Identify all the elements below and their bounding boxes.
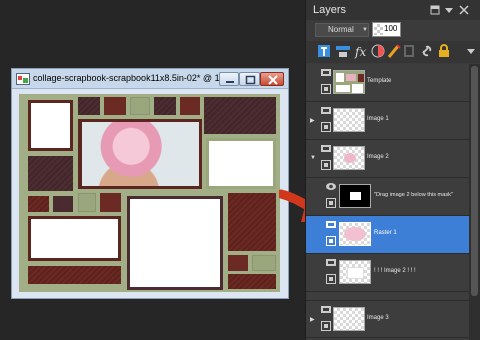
- layers-toolbar: fx: [306, 41, 480, 63]
- link-icon[interactable]: [419, 43, 435, 59]
- pattern-block: [252, 255, 276, 271]
- pattern-block: [154, 97, 176, 115]
- pattern-block: [228, 193, 276, 251]
- layer-name: Raster 1: [374, 230, 397, 236]
- close-icon[interactable]: [459, 5, 469, 15]
- expand-icon[interactable]: ▶: [310, 316, 315, 323]
- mask-toggle-icon[interactable]: [326, 274, 336, 284]
- layer-thumbnail: [333, 307, 365, 331]
- layer-name: Template: [367, 78, 392, 84]
- maximize-icon: [245, 75, 256, 85]
- close-button[interactable]: [260, 72, 284, 86]
- document-titlebar[interactable]: collage-scrapbook-scrapbook11x8.5in-02* …: [12, 69, 288, 89]
- group-icon[interactable]: [321, 305, 331, 314]
- opacity-value: 100: [384, 24, 398, 33]
- new-vector-layer-icon[interactable]: [335, 43, 351, 59]
- pattern-block: [104, 97, 126, 115]
- pattern-block: [228, 274, 276, 289]
- expand-icon[interactable]: ▶: [310, 117, 315, 124]
- photo-placeholder: [28, 100, 73, 151]
- more-options-icon[interactable]: [463, 43, 479, 59]
- blend-row: Normal ▼ 100: [306, 20, 480, 40]
- blend-mode-select[interactable]: Normal: [315, 23, 369, 37]
- group-icon[interactable]: [326, 258, 336, 267]
- opacity-field[interactable]: 100: [372, 22, 401, 37]
- pattern-block: [78, 97, 100, 115]
- mask-thumbnail: [339, 184, 371, 208]
- layer-effects-icon[interactable]: fx: [353, 43, 369, 59]
- pattern-block: [28, 196, 49, 212]
- layer-thumbnail: [333, 108, 365, 132]
- mask-icon[interactable]: [401, 43, 417, 59]
- canvas-area[interactable]: [19, 94, 280, 292]
- maximize-button[interactable]: [239, 72, 260, 86]
- mask-toggle-icon[interactable]: [326, 198, 336, 208]
- pattern-block: [53, 196, 73, 212]
- pattern-block: [100, 193, 121, 212]
- group-icon[interactable]: [321, 144, 331, 153]
- layers-title: Layers: [313, 4, 347, 16]
- photo-placeholder: [206, 138, 276, 189]
- scrollbar-thumb[interactable]: [471, 66, 478, 296]
- new-raster-layer-icon[interactable]: [316, 43, 332, 59]
- layer-row-image-3[interactable]: ▶ Image 3: [306, 300, 469, 338]
- eye-icon[interactable]: [326, 182, 336, 191]
- brush-icon[interactable]: [386, 43, 402, 59]
- group-icon[interactable]: [321, 68, 331, 77]
- photo-placeholder: [28, 216, 121, 261]
- layer-row-image-2-placeholder[interactable]: ! ! ! Image 2 ! ! !: [306, 254, 469, 292]
- dock-icon[interactable]: [430, 5, 440, 15]
- layer-row-template[interactable]: Template: [306, 64, 469, 102]
- pattern-block: [204, 97, 276, 134]
- app-workspace: collage-scrapbook-scrapbook11x8.5in-02* …: [0, 0, 480, 340]
- photo-placeholder: [127, 196, 223, 290]
- pattern-block: [180, 97, 200, 115]
- layer-row-mask[interactable]: "Drag image 2 below this mask": [306, 178, 469, 216]
- lock-icon[interactable]: [436, 43, 452, 59]
- mask-toggle-icon[interactable]: [321, 321, 331, 331]
- layer-name: Image 1: [367, 116, 389, 122]
- layers-palette-header: Layers: [306, 0, 480, 20]
- layer-thumbnail: [339, 260, 371, 284]
- layer-name: Image 3: [367, 315, 389, 321]
- layers-scrollbar[interactable]: [469, 64, 480, 340]
- layer-name: Image 2: [367, 154, 389, 160]
- pattern-block: [28, 266, 121, 284]
- layers-palette[interactable]: Layers Normal ▼ 100 fx Template ▶ Image …: [305, 0, 480, 340]
- pattern-block: [228, 255, 248, 271]
- layers-list[interactable]: Template ▶ Image 1 ▼ Image 2 "Drag image…: [306, 64, 469, 340]
- mask-toggle-icon[interactable]: [321, 122, 331, 132]
- group-icon[interactable]: [326, 220, 336, 229]
- group-icon[interactable]: [321, 106, 331, 115]
- svg-text:fx: fx: [354, 45, 366, 59]
- mask-toggle-icon[interactable]: [321, 84, 331, 94]
- layer-row-image-2[interactable]: ▼ Image 2: [306, 140, 469, 178]
- mask-toggle-icon[interactable]: [321, 160, 331, 170]
- document-title: collage-scrapbook-scrapbook11x8.5in-02* …: [33, 73, 229, 83]
- image-document-icon: [16, 73, 30, 85]
- mask-toggle-icon[interactable]: [326, 236, 336, 246]
- minimize-button[interactable]: [219, 72, 239, 86]
- pattern-block: [28, 156, 73, 191]
- minimize-icon: [226, 81, 234, 83]
- pattern-block: [130, 97, 150, 115]
- layer-name: ! ! ! Image 2 ! ! !: [374, 268, 416, 274]
- layer-thumbnail: [339, 222, 371, 246]
- document-window[interactable]: collage-scrapbook-scrapbook11x8.5in-02* …: [11, 68, 289, 299]
- layer-thumbnail: [333, 146, 365, 170]
- layer-row-raster-1[interactable]: Raster 1: [306, 216, 469, 254]
- chevron-down-icon: ▼: [362, 27, 368, 33]
- pattern-block: [78, 193, 96, 212]
- blend-mode-value: Normal: [328, 25, 354, 34]
- transparency-icon: [374, 24, 383, 35]
- layer-name: "Drag image 2 below this mask": [374, 192, 453, 198]
- close-icon: [268, 75, 278, 85]
- scrapbook-canvas[interactable]: [19, 94, 280, 292]
- dropdown-icon[interactable]: [444, 5, 454, 15]
- collapse-icon[interactable]: ▼: [310, 155, 316, 161]
- layer-row-image-1[interactable]: ▶ Image 1: [306, 102, 469, 140]
- adjustment-layer-icon[interactable]: [370, 43, 386, 59]
- layer-thumbnail: [333, 70, 365, 94]
- photo-image[interactable]: [82, 122, 199, 186]
